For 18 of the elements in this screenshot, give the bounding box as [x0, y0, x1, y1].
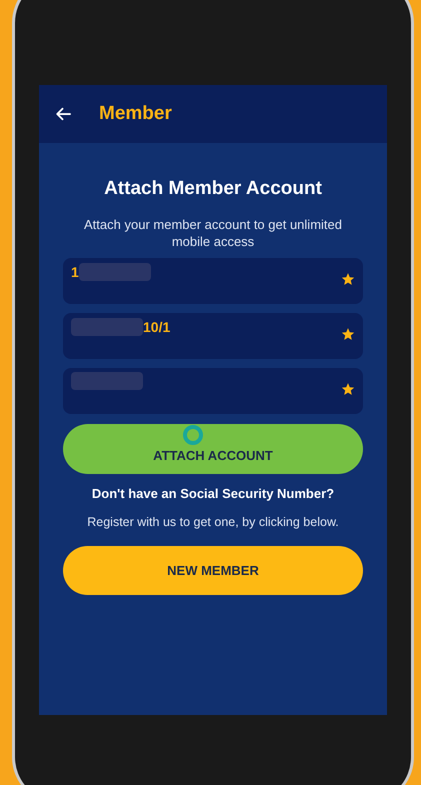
new-member-button[interactable]: NEW MEMBER	[63, 546, 363, 595]
field-value: 1	[71, 262, 79, 282]
page-heading: Attach Member Account	[104, 177, 322, 201]
required-star-icon	[341, 382, 355, 396]
redacted-block	[71, 372, 143, 390]
hint-text: Register with us to get one, by clicking below.	[87, 514, 339, 531]
field-value: 10/1	[143, 318, 170, 336]
back-arrow-icon[interactable]	[55, 105, 73, 123]
input-field[interactable]: 1	[63, 258, 363, 304]
app-bar-title: Member	[99, 102, 172, 126]
required-star-icon	[341, 272, 355, 286]
question-text: Don't have an Social Security Number?	[92, 484, 334, 503]
page-subtitle: Attach your member account to get unlimited mobile access	[83, 216, 343, 250]
redacted-block	[71, 318, 143, 336]
input-field[interactable]	[63, 368, 363, 414]
input-field[interactable]: 10/1	[63, 312, 363, 358]
attach-account-button[interactable]: ATTACH ACCOUNT	[63, 424, 363, 474]
required-star-icon	[341, 326, 355, 340]
